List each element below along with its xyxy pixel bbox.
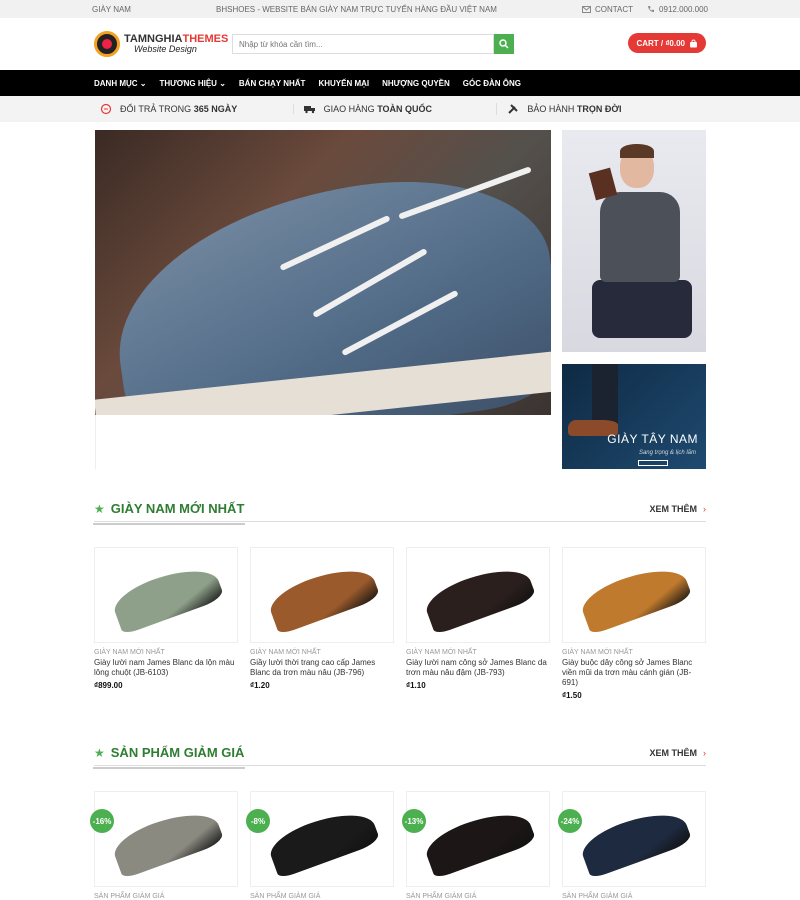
product-category: GIÀY NAM MỚI NHẤT bbox=[406, 649, 477, 656]
search-form bbox=[232, 34, 514, 54]
product-category: SẢN PHẨM GIẢM GIÁ bbox=[562, 893, 633, 900]
product-card[interactable]: -24% SẢN PHẨM GIẢM GIÁ bbox=[558, 791, 706, 900]
product-price: ₫1.50 bbox=[562, 691, 582, 700]
product-shoe-image bbox=[265, 802, 381, 880]
nav-item-goc-dan-ong[interactable]: GÓC ĐÀN ÔNG bbox=[463, 79, 521, 88]
discount-badge: -8% bbox=[246, 809, 270, 833]
product-image[interactable] bbox=[406, 547, 550, 643]
product-category: SẢN PHẨM GIẢM GIÁ bbox=[94, 893, 165, 900]
product-category: SẢN PHẨM GIẢM GIÁ bbox=[406, 893, 477, 900]
product-name[interactable]: Giầy lười thời trang cao cấp James Blanc… bbox=[250, 658, 394, 678]
chevron-right-icon: › bbox=[703, 747, 706, 758]
header: TAMNGHIATHEMES Website Design CART / ₫0.… bbox=[0, 18, 800, 70]
section-title-sale: SẢN PHẨM GIẢM GIÁ bbox=[92, 745, 245, 769]
truck-icon bbox=[303, 106, 315, 114]
product-shoe-image bbox=[421, 802, 537, 880]
product-card[interactable]: GIÀY NAM MỚI NHẤT Giày lười nam công sở … bbox=[406, 547, 550, 700]
section-header-new: ★ GIÀY NAM MỚI NHẤT XEM THÊM › bbox=[92, 496, 706, 525]
nav-item-ban-chay[interactable]: BÁN CHẠY NHẤT bbox=[239, 79, 306, 88]
chevron-down-icon: ⌄ bbox=[139, 78, 147, 88]
cart-button[interactable]: CART / ₫0.00 bbox=[628, 33, 706, 53]
side-banner-dress-shoes[interactable]: GIÀY TÂY NAM Sang trọng & lịch lãm bbox=[562, 364, 706, 469]
star-icon: ★ bbox=[94, 745, 105, 760]
shopping-bag-icon bbox=[690, 39, 697, 47]
product-price: ₫899.00 bbox=[94, 681, 123, 690]
product-price: ₫1.20 bbox=[250, 681, 270, 690]
product-name[interactable]: Giày lười nam James Blanc da lộn màu lôn… bbox=[94, 658, 238, 678]
view-more-sale-link[interactable]: XEM THÊM › bbox=[649, 748, 706, 758]
return-icon bbox=[100, 103, 112, 115]
search-button[interactable] bbox=[494, 34, 514, 54]
product-shoe-image bbox=[265, 558, 381, 636]
phone-link[interactable]: 0912.000.000 bbox=[647, 5, 708, 14]
product-shoe-image bbox=[577, 558, 693, 636]
product-image[interactable] bbox=[406, 791, 550, 887]
benefits-bar: ĐỔI TRẢ TRONG 365 NGÀY GIAO HÀNG TOÀN QU… bbox=[0, 96, 800, 122]
product-image[interactable] bbox=[562, 791, 706, 887]
product-card[interactable]: -13% SẢN PHẨM GIẢM GIÁ bbox=[402, 791, 550, 900]
view-more-new-link[interactable]: XEM THÊM › bbox=[649, 504, 706, 514]
section-title-new: GIÀY NAM MỚI NHẤT bbox=[92, 501, 245, 525]
benefit-return: ĐỔI TRẢ TRONG 365 NGÀY bbox=[100, 103, 293, 115]
nav-item-khuyen-mai[interactable]: KHUYẾN MẠI bbox=[318, 79, 369, 88]
benefit-shipping: GIAO HÀNG TOÀN QUỐC bbox=[292, 104, 497, 114]
nav-item-nhuong-quyen[interactable]: NHƯỢNG QUYỀN bbox=[382, 79, 450, 88]
product-card[interactable]: GIÀY NAM MỚI NHẤT Giày buộc dây công sở … bbox=[562, 547, 706, 700]
product-category: GIÀY NAM MỚI NHẤT bbox=[94, 649, 165, 656]
product-name[interactable]: Giày buộc dây công sở James Blanc viền m… bbox=[562, 658, 706, 688]
side-banner-cta[interactable] bbox=[638, 460, 668, 466]
nav-item-danh-muc[interactable]: DANH MỤC ⌄ bbox=[94, 79, 147, 88]
product-price: ₫1.10 bbox=[406, 681, 426, 690]
search-icon bbox=[499, 39, 509, 49]
product-card[interactable]: GIÀY NAM MỚI NHẤT Giầy lười thời trang c… bbox=[250, 547, 394, 700]
contact-link[interactable]: CONTACT bbox=[581, 4, 634, 14]
product-category: SẢN PHẨM GIẢM GIÁ bbox=[250, 893, 321, 900]
mail-icon bbox=[581, 5, 591, 13]
product-shoe-image bbox=[421, 558, 537, 636]
product-image[interactable] bbox=[250, 791, 394, 887]
topbar-left-link[interactable]: GIÀY NAM bbox=[92, 5, 131, 14]
top-bar: GIÀY NAM BHSHOES - WEBSITE BÁN GIÀY NAM … bbox=[0, 0, 800, 18]
product-shoe-image bbox=[577, 802, 693, 880]
product-card[interactable]: -8% SẢN PHẨM GIẢM GIÁ bbox=[246, 791, 394, 900]
product-image[interactable] bbox=[94, 791, 238, 887]
product-image[interactable] bbox=[94, 547, 238, 643]
nav-item-thuong-hieu[interactable]: THƯƠNG HIỆU ⌄ bbox=[160, 79, 226, 88]
cart-label: CART / ₫0.00 bbox=[636, 38, 685, 48]
star-icon: ★ bbox=[94, 501, 105, 516]
logo-tagline: Website Design bbox=[134, 44, 197, 54]
search-input[interactable] bbox=[232, 34, 494, 54]
discount-badge: -16% bbox=[90, 809, 114, 833]
chevron-right-icon: › bbox=[703, 503, 706, 514]
phone-number: 0912.000.000 bbox=[659, 4, 708, 14]
contact-label: CONTACT bbox=[594, 4, 634, 14]
main-nav: DANH MỤC ⌄ THƯƠNG HIỆU ⌄ BÁN CHẠY NHẤT K… bbox=[0, 70, 800, 96]
section-header-sale: ★ SẢN PHẨM GIẢM GIÁ XEM THÊM › bbox=[92, 740, 706, 769]
chevron-down-icon: ⌄ bbox=[219, 78, 226, 88]
product-list-sale: -16% SẢN PHẨM GIẢM GIÁ -8% SẢN PHẨM GIẢM… bbox=[90, 791, 706, 900]
product-name[interactable]: Giày lười nam công sở James Blanc da trơ… bbox=[406, 658, 550, 678]
product-category: GIÀY NAM MỚI NHẤT bbox=[562, 649, 633, 656]
product-shoe-image bbox=[109, 558, 225, 636]
site-logo[interactable]: TAMNGHIATHEMES Website Design bbox=[94, 31, 232, 57]
phone-icon bbox=[648, 6, 655, 12]
product-card[interactable]: -16% SẢN PHẨM GIẢM GIÁ bbox=[90, 791, 238, 900]
topbar-tagline: BHSHOES - WEBSITE BÁN GIÀY NAM TRỰC TUYẾ… bbox=[216, 4, 497, 14]
product-image[interactable] bbox=[250, 547, 394, 643]
tools-icon bbox=[508, 104, 519, 114]
hero-banner-image[interactable] bbox=[95, 130, 551, 415]
product-image[interactable] bbox=[562, 547, 706, 643]
product-card[interactable]: GIÀY NAM MỚI NHẤT Giày lười nam James Bl… bbox=[94, 547, 238, 700]
side-banner-title: GIÀY TÂY NAM bbox=[607, 432, 698, 446]
product-category: GIÀY NAM MỚI NHẤT bbox=[250, 649, 321, 656]
side-banner-subtitle: Sang trọng & lịch lãm bbox=[638, 450, 696, 456]
side-banner-model-image[interactable] bbox=[562, 130, 706, 352]
discount-badge: -13% bbox=[402, 809, 426, 833]
product-list-new: GIÀY NAM MỚI NHẤT Giày lười nam James Bl… bbox=[94, 547, 706, 700]
discount-badge: -24% bbox=[558, 809, 582, 833]
benefit-warranty: BẢO HÀNH TRỌN ĐỜI bbox=[496, 103, 700, 115]
product-shoe-image bbox=[109, 802, 225, 880]
logo-mark-icon bbox=[94, 31, 120, 57]
